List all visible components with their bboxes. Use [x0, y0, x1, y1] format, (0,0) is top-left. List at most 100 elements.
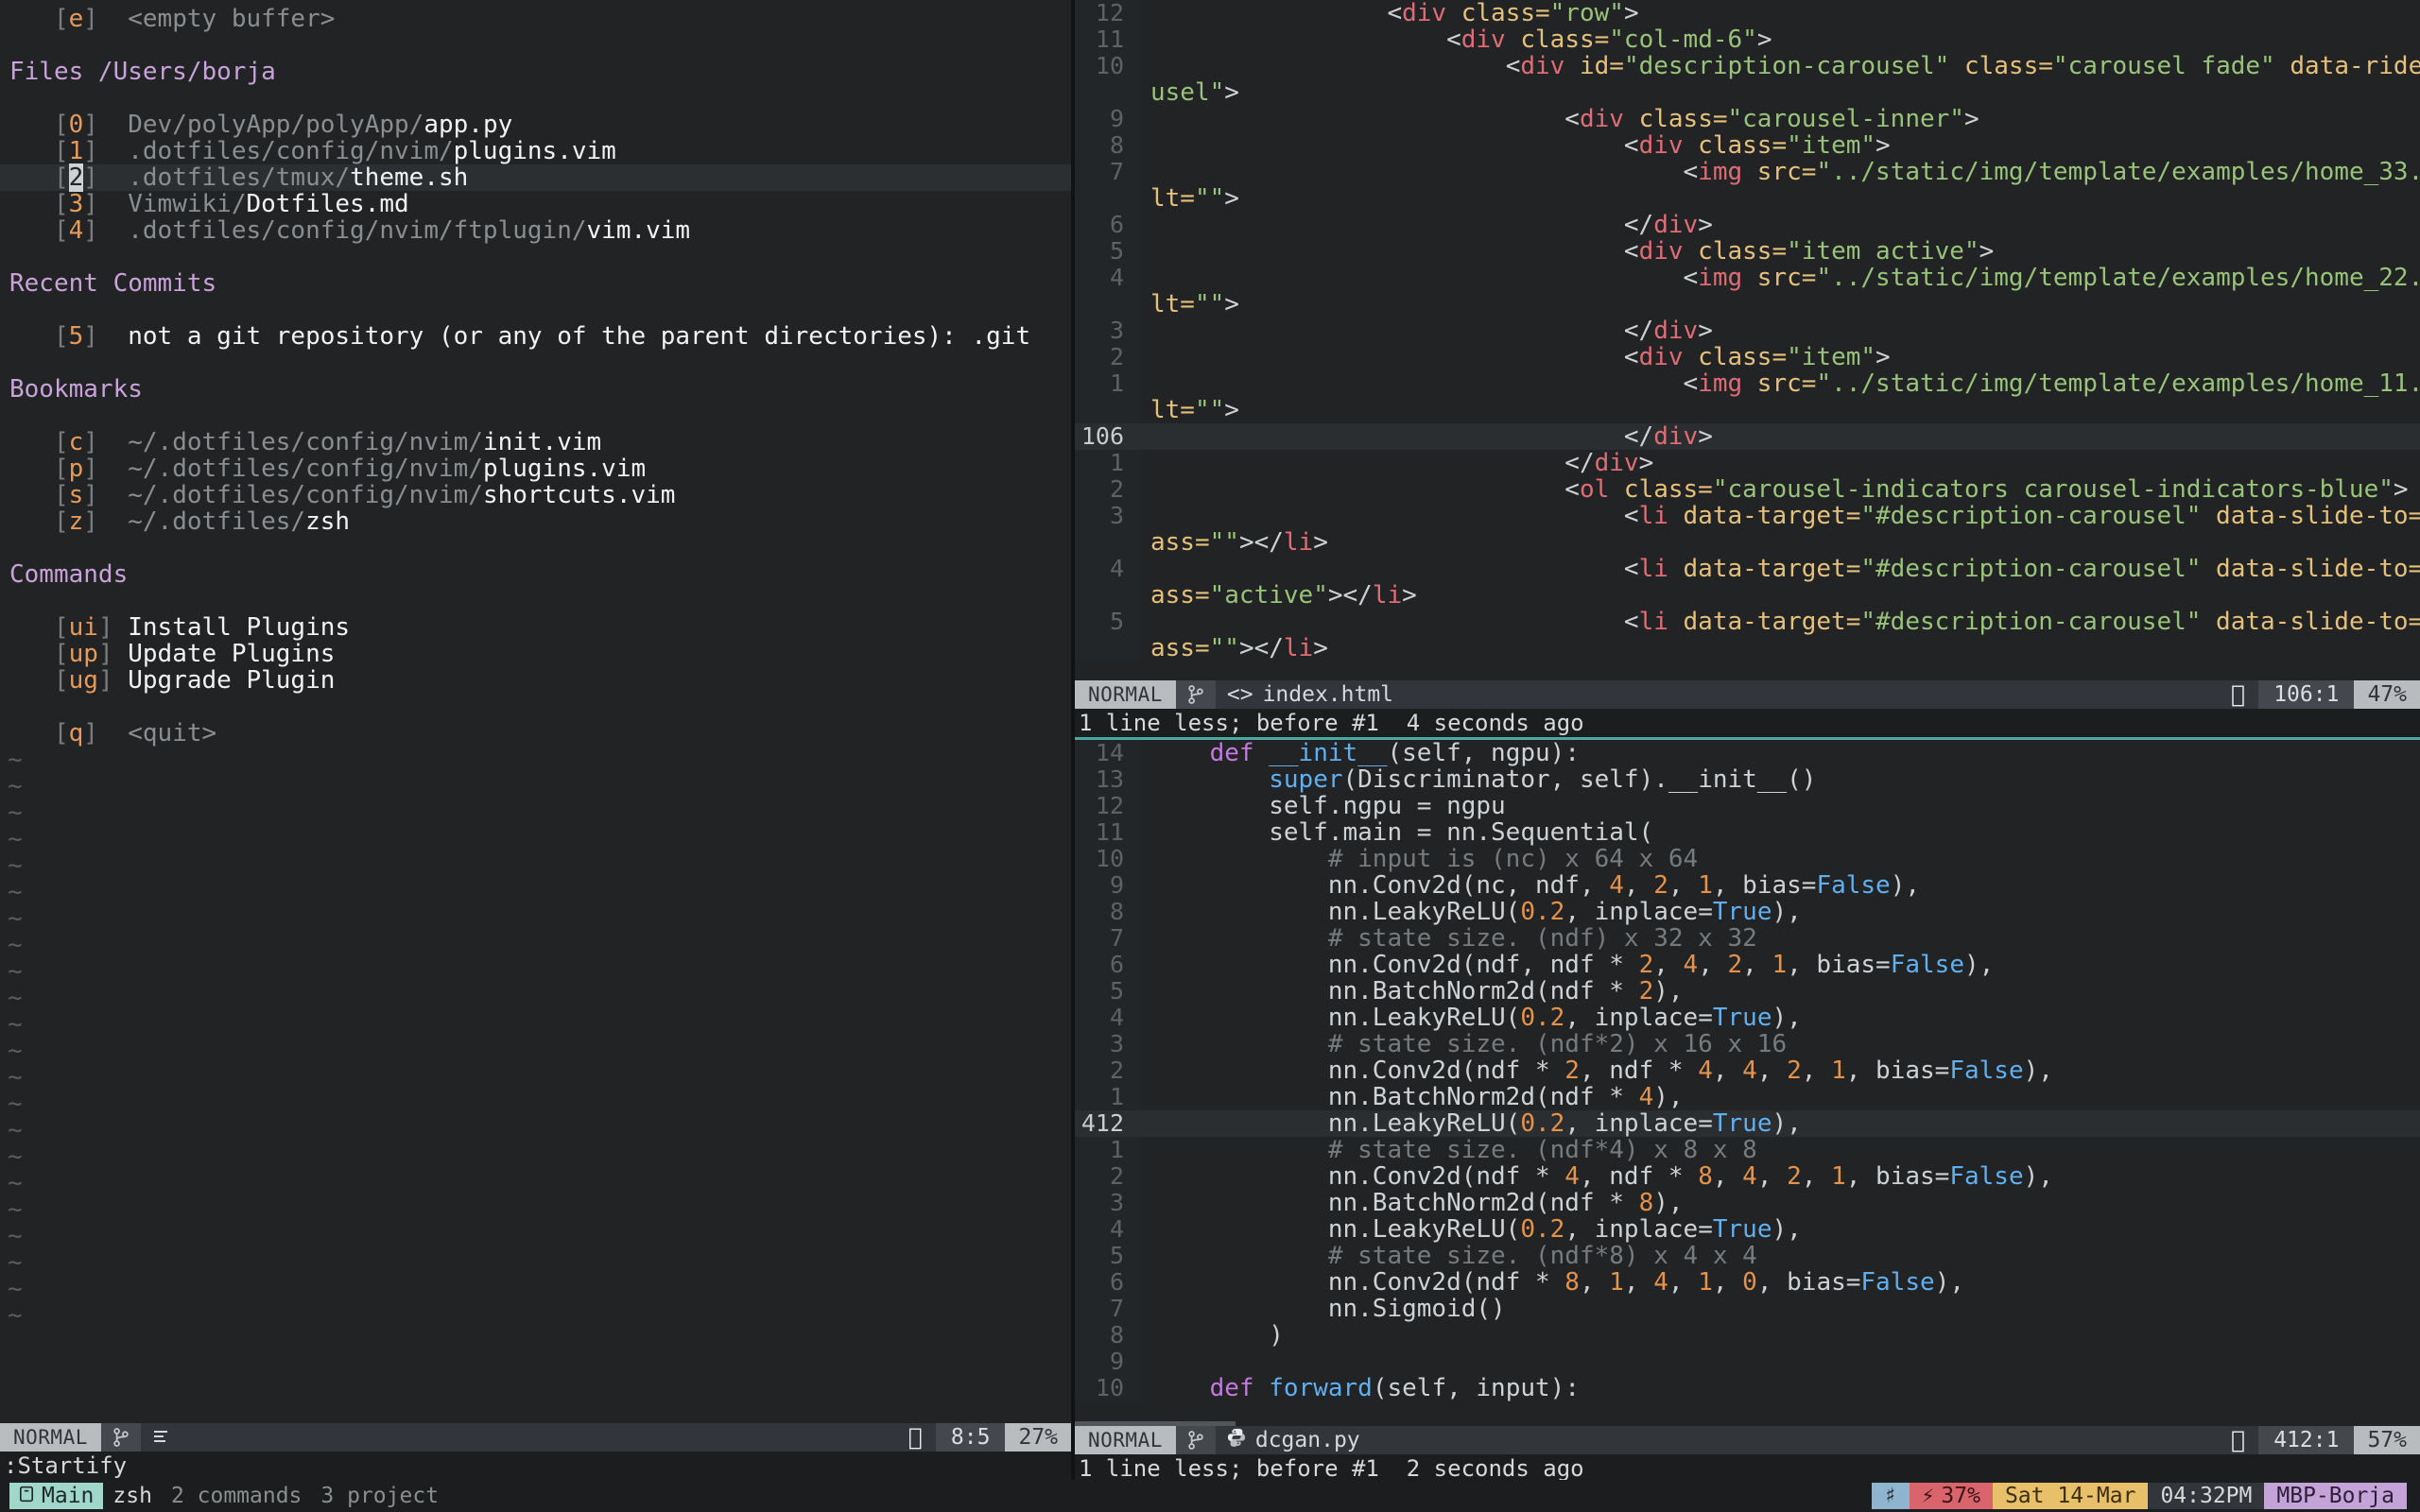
pane-scrollbar[interactable] — [1075, 1420, 1236, 1426]
code-line[interactable]: .ass=""></li> — [1075, 635, 2420, 662]
python-editor-pane[interactable]: 14 def __init__(self, ngpu): 13 super(Dis… — [1075, 740, 2420, 1426]
code-line[interactable]: 7 <img src="../static/img/template/examp… — [1075, 159, 2420, 185]
startify-entry[interactable]: [e] <empty buffer> — [0, 6, 1071, 32]
code-line[interactable]: 9 — [1075, 1349, 2420, 1376]
code-line[interactable]: 13 super(Discriminator, self).__init__() — [1075, 766, 2420, 794]
empty-line-marker: ~ — [8, 1037, 23, 1065]
code-line[interactable]: 9 nn.Conv2d(nc, ndf, 4, 2, 1, bias=False… — [1075, 872, 2420, 900]
entry-shortcut-key: c — [68, 428, 84, 456]
code-line[interactable]: 2 <ol class="carousel-indicators carouse… — [1075, 476, 2420, 503]
entry-bracket: [ — [9, 613, 69, 642]
code-line[interactable]: 2 <div class="item"> — [1075, 344, 2420, 370]
code-line-current[interactable]: 106 </div> — [1075, 423, 2420, 450]
music-note-icon[interactable]: ♯ — [1871, 1483, 1910, 1509]
startify-entry[interactable]: [2] .dotfiles/tmux/theme.sh — [0, 163, 1072, 192]
code-line[interactable]: 5 nn.BatchNorm2d(ndf * 2), — [1075, 978, 2420, 1005]
entry-bracket-close: ] — [83, 5, 129, 33]
code-line[interactable]: 1 <img src="../static/img/template/examp… — [1075, 370, 2420, 397]
entry-shortcut-key: q — [68, 719, 84, 747]
code-line[interactable]: 6 nn.Conv2d(ndf, ndf * 2, 4, 2, 1, bias=… — [1075, 952, 2420, 979]
code-line[interactable]: 8 ) — [1075, 1322, 2420, 1349]
code-line[interactable]: 10 <div id="description-carousel" class=… — [1075, 53, 2420, 79]
startify-entry[interactable]: [0] Dev/polyApp/polyApp/app.py — [0, 112, 1071, 138]
code-line[interactable]: .lt=""> — [1075, 185, 2420, 212]
code-line[interactable]: .ass=""></li> — [1075, 529, 2420, 556]
code-token: 8 — [1564, 1268, 1580, 1297]
code-token: > — [1402, 581, 1417, 610]
startify-entry[interactable]: [5] not a git repository (or any of the … — [0, 323, 1071, 350]
code-token: "carousel fade" — [2052, 52, 2275, 80]
code-line[interactable]: 11 <div class="col-md-6"> — [1075, 26, 2420, 53]
html-editor-pane[interactable]: 12 <div class="row"> 11 <div class="col-m… — [1075, 0, 2420, 680]
code-line[interactable]: 3 # state size. (ndf*2) x 16 x 16 — [1075, 1031, 2420, 1058]
code-line[interactable]: 7 nn.Sigmoid() — [1075, 1296, 2420, 1323]
code-line[interactable]: 7 # state size. (ndf) x 32 x 32 — [1075, 925, 2420, 953]
code-line[interactable]: 4 nn.LeakyReLU(0.2, inplace=True), — [1075, 1005, 2420, 1032]
code-line[interactable]: 9 <div class="carousel-inner"> — [1075, 106, 2420, 132]
code-line[interactable]: 14 def __init__(self, ngpu): — [1075, 740, 2420, 767]
code-token: > — [1638, 449, 1654, 477]
tmux-window-item[interactable]: 2 commands — [162, 1483, 311, 1509]
code-line[interactable]: 10 # input is (nc) x 64 x 64 — [1075, 846, 2420, 873]
code-line[interactable]: 1 # state size. (ndf*4) x 8 x 8 — [1075, 1137, 2420, 1164]
startify-entry[interactable]: [c] ~/.dotfiles/config/nvim/init.vim — [0, 429, 1071, 455]
entry-label: <quit> — [128, 719, 217, 747]
tmux-window-item[interactable]: zsh — [103, 1483, 162, 1509]
code-token: "" — [1209, 528, 1239, 557]
code-line[interactable]: 2 nn.Conv2d(ndf * 2, ndf * 4, 4, 2, 1, b… — [1075, 1057, 2420, 1085]
code-line[interactable]: 11 self.main = nn.Sequential( — [1075, 819, 2420, 847]
tmux-window-main[interactable]: Main — [9, 1483, 104, 1509]
time-display: 04:32PM — [2148, 1483, 2265, 1509]
code-line[interactable]: 6 </div> — [1075, 212, 2420, 238]
startify-entry[interactable]: [p] ~/.dotfiles/config/nvim/plugins.vim — [0, 455, 1071, 482]
html-code-area[interactable]: 12 <div class="row"> 11 <div class="col-m… — [1075, 0, 2420, 662]
entry-bracket-close: ] — [83, 216, 129, 245]
code-line[interactable]: 5 # state size. (ndf*8) x 4 x 4 — [1075, 1243, 2420, 1270]
startify-entry[interactable]: [up] Update Plugins — [0, 641, 1071, 667]
code-text: nn.BatchNorm2d(ndf * 8), — [1141, 1190, 1684, 1216]
code-line[interactable]: 1 nn.BatchNorm2d(ndf * 4), — [1075, 1084, 2420, 1111]
code-line[interactable]: 5 <li data-target="#description-carousel… — [1075, 609, 2420, 635]
entry-label: plugins.vim — [453, 137, 616, 165]
code-line[interactable]: 6 nn.Conv2d(ndf * 8, 1, 4, 1, 0, bias=Fa… — [1075, 1268, 2420, 1297]
code-line[interactable]: 4 <li data-target="#description-carousel… — [1075, 556, 2420, 582]
tmux-window-item[interactable]: 3 project — [311, 1483, 448, 1509]
startify-entry[interactable]: [1] .dotfiles/config/nvim/plugins.vim — [0, 138, 1071, 164]
code-line[interactable]: 3 nn.BatchNorm2d(ndf * 8), — [1075, 1190, 2420, 1217]
code-line[interactable]: 8 <div class="item"> — [1075, 132, 2420, 159]
python-icon — [1227, 1426, 1246, 1454]
startify-entry[interactable]: [z] ~/.dotfiles/zsh — [0, 508, 1071, 535]
line-number: 10 — [1075, 1375, 1141, 1402]
code-line[interactable]: .usel"> — [1075, 79, 2420, 106]
entry-shortcut-key: 0 — [68, 111, 84, 139]
startify-entry[interactable]: [4] .dotfiles/config/nvim/ftplugin/vim.v… — [0, 217, 1071, 244]
startify-entry[interactable]: [ug] Upgrade Plugin — [0, 667, 1071, 694]
code-line[interactable]: 5 <div class="item active"> — [1075, 238, 2420, 265]
code-line[interactable]: .ass="active"></li> — [1075, 582, 2420, 609]
empty-line-marker: ~ — [8, 904, 23, 933]
code-line[interactable]: 3 <li data-target="#description-carousel… — [1075, 503, 2420, 529]
line-number: 7 — [1075, 1296, 1141, 1323]
code-token: < — [1564, 475, 1580, 504]
code-line[interactable]: 2 nn.Conv2d(ndf * 4, ndf * 8, 4, 2, 1, b… — [1075, 1163, 2420, 1191]
startify-entry[interactable]: [ui] Install Plugins — [0, 614, 1071, 641]
code-line[interactable]: 3 </div> — [1075, 318, 2420, 344]
code-line[interactable]: 1 </div> — [1075, 450, 2420, 476]
startify-pane[interactable]: [e] <empty buffer> Files /Users/borja [0]… — [0, 0, 1072, 1512]
code-line[interactable]: 12 self.ngpu = ngpu — [1075, 793, 2420, 820]
python-code-area[interactable]: 14 def __init__(self, ngpu): 13 super(Dis… — [1075, 740, 2420, 1402]
code-line[interactable]: .lt=""> — [1075, 291, 2420, 318]
startify-entry[interactable]: [3] Vimwiki/Dotfiles.md — [0, 191, 1071, 217]
code-line[interactable]: 8 nn.LeakyReLU(0.2, inplace=True), — [1075, 899, 2420, 926]
code-line[interactable]: .lt=""> — [1075, 397, 2420, 423]
code-line[interactable]: 12 <div class="row"> — [1075, 0, 2420, 26]
startify-entry[interactable]: [s] ~/.dotfiles/config/nvim/shortcuts.vi… — [0, 482, 1071, 508]
code-line[interactable]: 10 def forward(self, input): — [1075, 1374, 2420, 1402]
code-token: < — [1387, 0, 1403, 27]
code-text: # state size. (ndf*4) x 8 x 8 — [1141, 1137, 1757, 1163]
code-line-current[interactable]: 412 nn.LeakyReLU(0.2, inplace=True), — [1075, 1110, 2420, 1138]
code-line[interactable]: 4 <img src="../static/img/template/examp… — [1075, 265, 2420, 291]
startify-entry[interactable]: [q] <quit> — [0, 720, 1071, 747]
code-line[interactable]: 4 nn.LeakyReLU(0.2, inplace=True), — [1075, 1216, 2420, 1244]
